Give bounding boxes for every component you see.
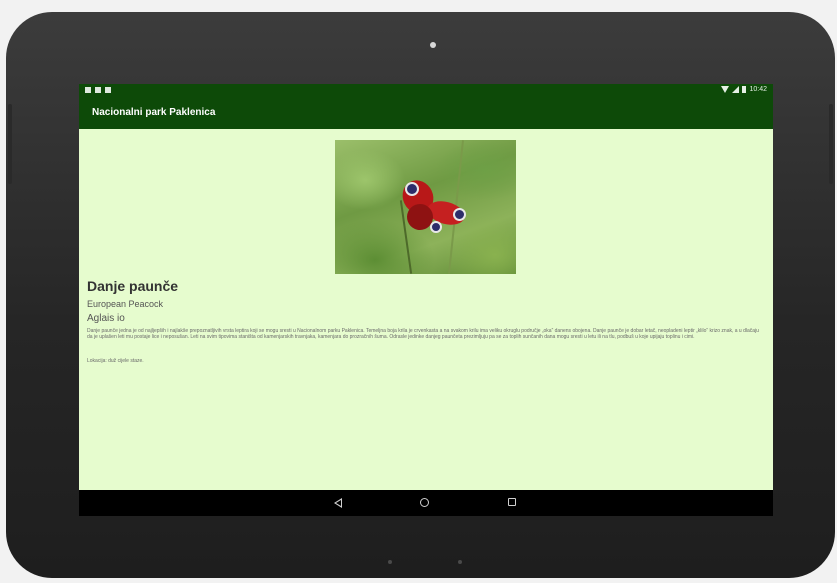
- species-name: Danje paunče: [87, 278, 179, 294]
- power-button: [829, 104, 833, 184]
- status-indicators: 10:42: [721, 86, 767, 93]
- signal-icon: [732, 86, 740, 93]
- eyespot: [453, 208, 466, 221]
- front-camera: [430, 42, 436, 48]
- eyespot: [430, 221, 442, 233]
- volume-button: [8, 104, 12, 184]
- app-bar: Nacionalni park Paklenica: [79, 98, 773, 129]
- english-name: European Peacock: [87, 299, 164, 309]
- butterfly-photo: [335, 140, 516, 274]
- battery-icon: [742, 86, 747, 93]
- status-time: 10:42: [749, 86, 767, 93]
- home-icon[interactable]: [420, 498, 429, 507]
- notification-icon: [85, 87, 91, 93]
- species-description: Danje paunče jedna je od najljepših i na…: [87, 328, 759, 341]
- speaker-dot: [458, 560, 462, 564]
- location-text: Lokacija: duž cijele staze.: [87, 358, 144, 364]
- latin-name: Aglais io: [87, 313, 125, 324]
- back-icon[interactable]: [334, 498, 342, 508]
- detail-content[interactable]: Danje paunče European Peacock Aglais io …: [79, 129, 773, 490]
- app-title: Nacionalni park Paklenica: [92, 107, 216, 118]
- wifi-icon: [721, 86, 730, 93]
- navigation-bar: [79, 490, 773, 516]
- notification-icon: [105, 87, 111, 93]
- notification-icons: [85, 87, 111, 93]
- speaker-dot: [388, 560, 392, 564]
- status-bar: 10:42: [79, 84, 773, 98]
- eyespot: [405, 182, 419, 196]
- notification-icon: [95, 87, 101, 93]
- device-screen: 10:42 Nacionalni park Paklenica Danje pa…: [79, 84, 773, 516]
- recents-icon[interactable]: [508, 498, 516, 506]
